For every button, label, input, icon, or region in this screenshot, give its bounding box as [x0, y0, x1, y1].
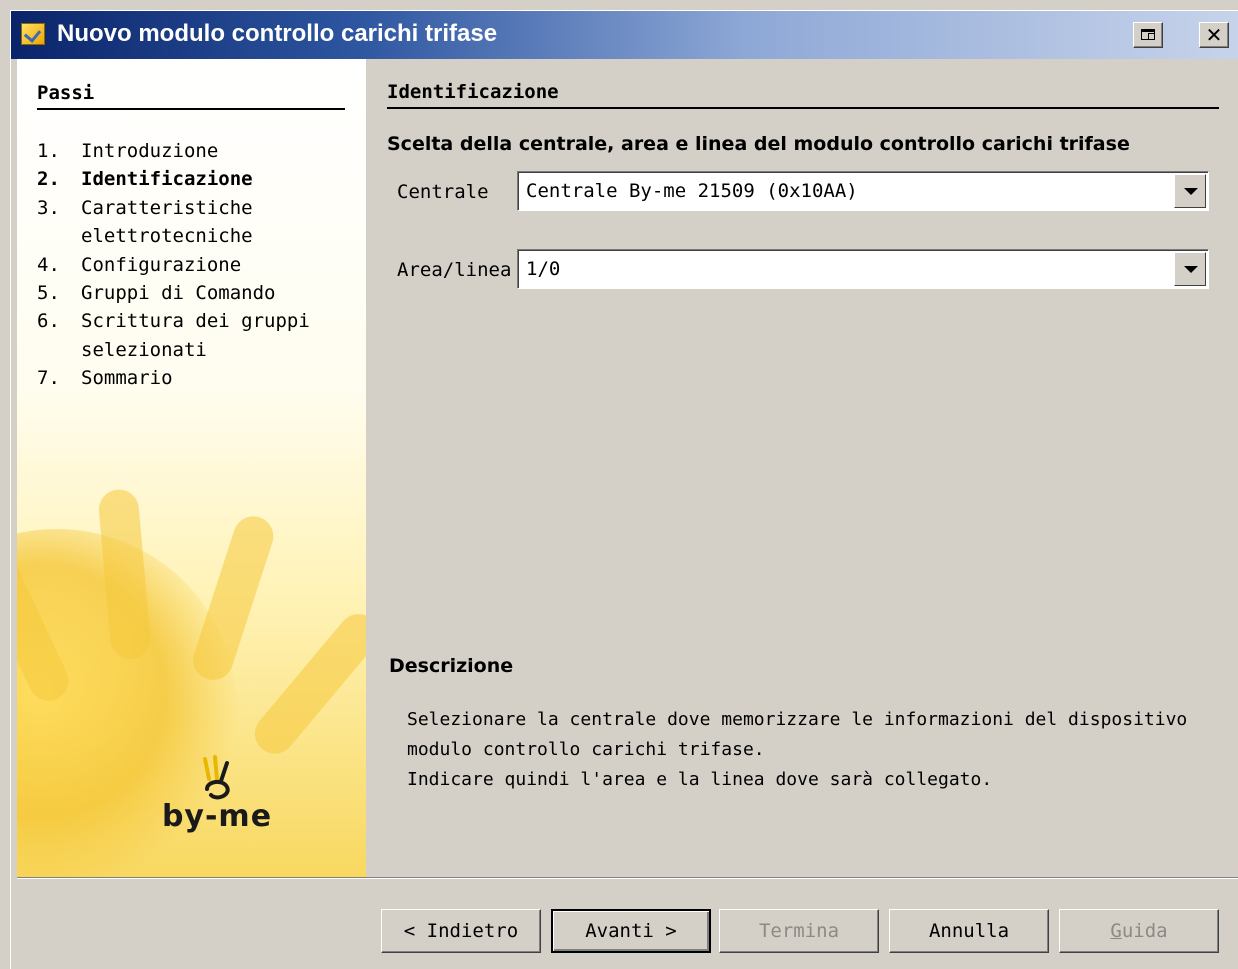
step-label: Identificazione — [81, 168, 253, 191]
area-linea-value: 1/0 — [526, 258, 561, 280]
wizard-window: Nuovo modulo controllo carichi trifase ✕… — [10, 10, 1238, 969]
back-button[interactable]: < Indietro — [381, 909, 541, 953]
description-line: Selezionare la centrale dove memorizzare… — [407, 709, 1188, 730]
description-title: Descrizione — [389, 655, 514, 677]
window-title: Nuovo modulo controllo carichi trifase — [57, 20, 498, 47]
step-item-sommario: 7. Sommario — [37, 364, 357, 392]
help-button-label: Guida — [1110, 920, 1168, 942]
close-button[interactable]: ✕ — [1199, 22, 1229, 48]
step-label: Gruppi di Comando — [81, 282, 276, 305]
centrale-combobox[interactable]: Centrale By-me 21509 (0x10AA) — [517, 171, 1209, 211]
close-icon: ✕ — [1205, 23, 1223, 47]
finish-button[interactable]: Termina — [719, 909, 879, 953]
centrale-label: Centrale — [397, 181, 489, 203]
cancel-button[interactable]: Annulla — [889, 909, 1049, 953]
wizard-icon — [21, 23, 45, 45]
section-title: Identificazione — [387, 81, 1219, 109]
step-number: 5. — [37, 282, 60, 305]
area-linea-label: Area/linea — [397, 259, 512, 281]
restore-icon — [1141, 29, 1155, 40]
step-item-scrittura: 6. Scrittura dei gruppi selezionati — [37, 307, 357, 364]
step-item-identificazione: 2. Identificazione — [37, 165, 357, 193]
step-number: 1. — [37, 140, 60, 162]
chevron-down-icon[interactable] — [1174, 252, 1206, 286]
step-number: 4. — [37, 253, 60, 276]
step-item-introduzione: 1. Introduzione — [37, 137, 357, 165]
step-label: Sommario — [81, 367, 173, 390]
step-label: Introduzione — [81, 140, 219, 162]
area-linea-combobox[interactable]: 1/0 — [517, 249, 1209, 289]
byme-logo: by-me — [147, 749, 287, 849]
step-label: Caratteristiche elettrotecniche — [81, 196, 253, 248]
step-number: 7. — [37, 367, 60, 390]
description-body: Selezionare la centrale dove memorizzare… — [407, 705, 1207, 795]
steps-list: 1. Introduzione 2. Identificazione 3. Ca… — [37, 137, 357, 393]
step-label: Configurazione — [81, 253, 242, 276]
description-line: Indicare quindi l'area e la linea dove s… — [407, 769, 993, 790]
sun-ray-decoration — [187, 511, 279, 686]
step-number: 2. — [37, 168, 60, 191]
step-number: 6. — [37, 310, 60, 333]
step-item-gruppi-di-comando: 5. Gruppi di Comando — [37, 279, 357, 307]
section-subtitle: Scelta della centrale, area e linea del … — [387, 133, 1130, 155]
help-button[interactable]: Guida — [1059, 909, 1219, 953]
steps-title: Passi — [37, 82, 345, 110]
title-bar[interactable]: Nuovo modulo controllo carichi trifase ✕ — [11, 11, 1238, 59]
steps-panel: Passi 1. Introduzione 2. Identificazione… — [17, 59, 366, 877]
step-number: 3. — [37, 196, 60, 219]
sun-ray-decoration — [246, 605, 366, 762]
next-button[interactable]: Avanti > — [551, 909, 711, 953]
step-item-caratteristiche: 3. Caratteristiche elettrotecniche — [37, 194, 357, 251]
byme-logo-text: by-me — [161, 799, 273, 834]
button-separator — [17, 877, 1238, 879]
step-label: Scrittura dei gruppi selezionati — [81, 310, 310, 361]
description-line: modulo controllo carichi trifase. — [407, 739, 765, 760]
chevron-down-icon[interactable] — [1174, 174, 1206, 208]
centrale-value: Centrale By-me 21509 (0x10AA) — [526, 180, 858, 202]
step-item-configurazione: 4. Configurazione — [37, 251, 357, 279]
restore-button[interactable] — [1133, 22, 1163, 48]
